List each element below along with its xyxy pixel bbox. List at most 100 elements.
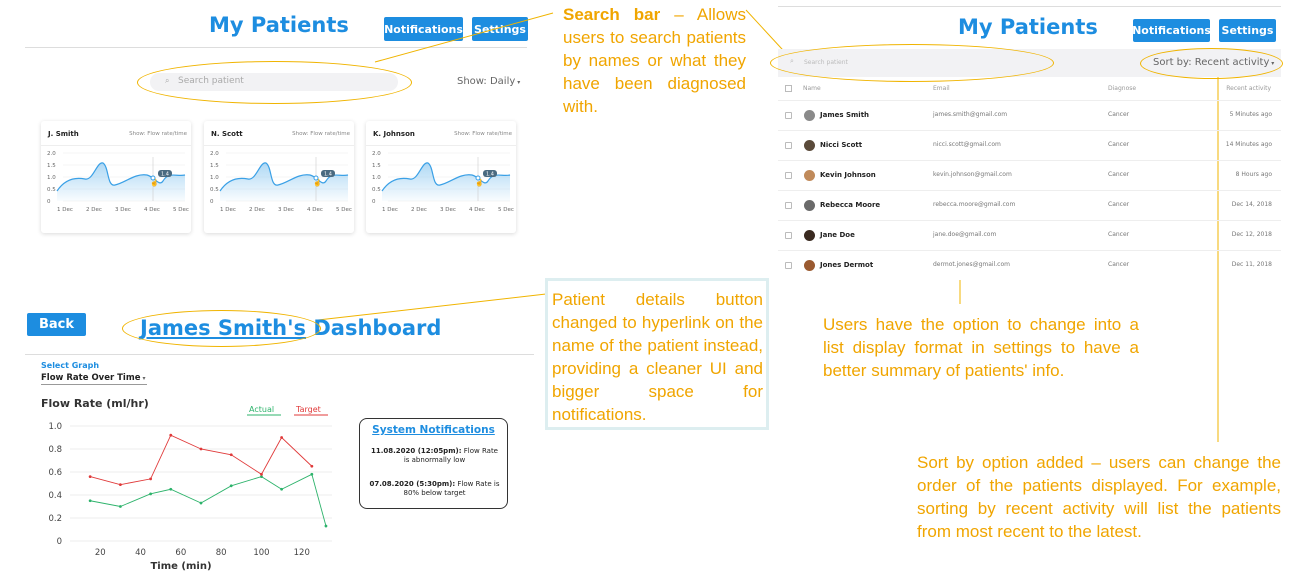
x-tick-label: 100 bbox=[253, 548, 269, 558]
system-notifications-panel: System Notifications 11.08.2020 (12:05pm… bbox=[359, 418, 508, 509]
patient-email: jane.doe@gmail.com bbox=[933, 231, 997, 238]
patient-recent-activity: Dec 12, 2018 bbox=[1231, 231, 1272, 238]
patient-diagnose: Cancer bbox=[1108, 201, 1130, 208]
patient-diagnose: Cancer bbox=[1108, 171, 1130, 178]
patient-email: dermot.jones@gmail.com bbox=[933, 261, 1010, 268]
patient-email: james.smith@gmail.com bbox=[933, 111, 1008, 118]
search-callout: Search bar – Allows users to search pati… bbox=[563, 3, 746, 118]
y-tick-label: 0.8 bbox=[48, 445, 62, 455]
avatar bbox=[804, 170, 815, 181]
col-header-recent-activity: Recent activity bbox=[1226, 85, 1271, 92]
y-axis-label: Flow Rate (ml/hr) bbox=[41, 397, 149, 410]
dashboard-divider bbox=[25, 354, 534, 355]
notifications-title[interactable]: System Notifications bbox=[360, 424, 507, 436]
details-callout: Patient details button changed to hyperl… bbox=[552, 290, 763, 424]
data-point-target bbox=[118, 483, 122, 487]
table-row[interactable]: Jones Dermot dermot.jones@gmail.com Cancer… bbox=[778, 250, 1281, 280]
dashboard-title-rest: Dashboard bbox=[306, 316, 442, 340]
y-tick-label: 0.4 bbox=[48, 491, 62, 501]
legend-label-target: Target bbox=[295, 405, 321, 414]
notification-item: 07.08.2020 (5:30pm): Flow Rate is 80% be… bbox=[368, 480, 501, 498]
legend-label-actual: Actual bbox=[249, 405, 274, 414]
avatar bbox=[804, 230, 815, 241]
y-tick-label: 0.2 bbox=[48, 514, 62, 524]
avatar bbox=[804, 260, 815, 271]
notifications-button[interactable]: Notifications bbox=[1132, 19, 1211, 42]
patient-recent-activity: Dec 11, 2018 bbox=[1231, 261, 1272, 268]
chevron-down-icon: ▾ bbox=[140, 375, 146, 382]
graph-select[interactable]: Flow Rate Over Time ▾ bbox=[41, 373, 147, 385]
data-point-target bbox=[149, 477, 153, 481]
data-point-target bbox=[169, 433, 173, 437]
sort-callout: Sort by option added – users can change … bbox=[917, 453, 1281, 541]
patient-email: kevin.johnson@gmail.com bbox=[933, 171, 1012, 178]
col-header-diagnose: Diagnose bbox=[1108, 85, 1137, 92]
patient-name[interactable]: Jane Doe bbox=[820, 231, 855, 239]
list-view-callout: Users have the option to change into a l… bbox=[823, 315, 1139, 380]
data-point-actual bbox=[88, 499, 92, 503]
x-axis-label: Time (min) bbox=[150, 561, 211, 572]
x-tick-label: 20 bbox=[95, 548, 106, 558]
page-title: My Patients bbox=[958, 15, 1098, 39]
patient-name[interactable]: James Smith bbox=[820, 111, 869, 119]
header-checkbox[interactable] bbox=[785, 85, 792, 92]
notification-item: 11.08.2020 (12:05pm): Flow Rate is abnor… bbox=[368, 447, 501, 465]
data-point-actual bbox=[118, 505, 122, 508]
data-point-target bbox=[260, 472, 263, 476]
data-point-actual bbox=[280, 487, 284, 491]
settings-button[interactable]: Settings bbox=[1219, 19, 1276, 42]
row-checkbox[interactable] bbox=[785, 202, 792, 209]
flow-rate-chart: Flow Rate (ml/hr) 0 0.2 0.4 0.6 0.8 1.0 20 40 60 8… bbox=[41, 397, 332, 572]
row-checkbox[interactable] bbox=[785, 232, 792, 239]
avatar bbox=[804, 140, 815, 151]
y-tick-label: 0 bbox=[57, 537, 62, 547]
data-point-actual bbox=[149, 492, 153, 496]
row-checkbox[interactable] bbox=[785, 112, 792, 119]
table-row[interactable]: James Smith james.smith@gmail.com Cancer 5 … bbox=[778, 100, 1281, 130]
select-graph-label: Select Graph bbox=[41, 361, 100, 370]
y-tick-label: 0.6 bbox=[48, 468, 62, 478]
table-row[interactable]: Jane Doe jane.doe@gmail.com Cancer Dec 12, … bbox=[778, 220, 1281, 250]
data-point-actual bbox=[310, 472, 314, 476]
sort-highlight-ellipse bbox=[1140, 48, 1283, 79]
patient-name[interactable]: Jones Dermot bbox=[820, 261, 873, 269]
patient-recent-activity: 8 Hours ago bbox=[1235, 171, 1272, 178]
data-point-actual bbox=[229, 484, 233, 488]
avatar bbox=[804, 200, 815, 211]
table-row[interactable]: Kevin Johnson kevin.johnson@gmail.com Canc… bbox=[778, 160, 1281, 190]
search-highlight-ellipse bbox=[770, 44, 1054, 82]
patient-email: rebecca.moore@gmail.com bbox=[933, 201, 1016, 208]
details-callout-box: Patient details button changed to hyperl… bbox=[545, 278, 769, 430]
patient-diagnose: Cancer bbox=[1108, 141, 1130, 148]
table-row[interactable]: Nicci Scott nicci.scott@gmail.com Cancer 14… bbox=[778, 130, 1281, 160]
col-header-name: Name bbox=[803, 85, 821, 92]
y-tick-label: 1.0 bbox=[48, 422, 62, 432]
name-link-highlight-ellipse bbox=[122, 310, 321, 347]
back-button[interactable]: Back bbox=[27, 313, 86, 336]
avatar bbox=[804, 110, 815, 121]
patient-recent-activity: Dec 14, 2018 bbox=[1231, 201, 1272, 208]
notification-time: 11.08.2020 (12:05pm): bbox=[370, 447, 462, 455]
table-row[interactable]: Rebecca Moore rebecca.moore@gmail.com Canc… bbox=[778, 190, 1281, 220]
data-point-actual bbox=[324, 524, 328, 528]
patient-name[interactable]: Rebecca Moore bbox=[820, 201, 880, 209]
col-header-email: Email bbox=[933, 85, 950, 92]
row-checkbox[interactable] bbox=[785, 142, 792, 149]
x-tick-label: 40 bbox=[135, 548, 146, 558]
data-point-target bbox=[199, 447, 203, 451]
data-point-actual bbox=[199, 501, 203, 505]
search-callout-bold: Search bar bbox=[563, 5, 661, 24]
x-tick-label: 120 bbox=[294, 548, 310, 558]
data-point-target bbox=[310, 464, 314, 468]
patient-name[interactable]: Kevin Johnson bbox=[820, 171, 876, 179]
patient-diagnose: Cancer bbox=[1108, 111, 1130, 118]
data-point-target bbox=[229, 453, 233, 457]
patient-name[interactable]: Nicci Scott bbox=[820, 141, 862, 149]
x-tick-label: 60 bbox=[175, 548, 186, 558]
data-point-target bbox=[280, 436, 284, 439]
patient-recent-activity: 14 Minutes ago bbox=[1225, 141, 1272, 148]
row-checkbox[interactable] bbox=[785, 172, 792, 179]
panel2-top-divider bbox=[778, 6, 1281, 7]
graph-select-value: Flow Rate Over Time bbox=[41, 373, 141, 383]
row-checkbox[interactable] bbox=[785, 262, 792, 269]
